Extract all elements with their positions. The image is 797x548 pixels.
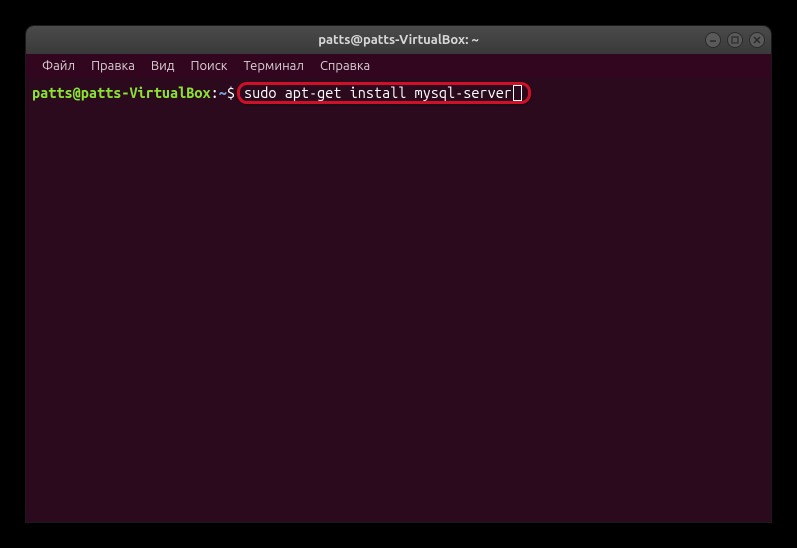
terminal-window: patts@patts-VirtualBox: ~ Файл Правка Ви…: [26, 26, 771, 522]
terminal-body[interactable]: patts@patts-VirtualBox:~$ sudo apt-get i…: [26, 78, 771, 522]
close-button[interactable]: [749, 32, 765, 48]
prompt-symbol: $: [227, 84, 235, 102]
prompt-path: ~: [219, 84, 227, 102]
command-text: sudo apt-get install mysql-server: [244, 84, 512, 102]
menu-file[interactable]: Файл: [34, 57, 83, 75]
maximize-button[interactable]: [727, 32, 743, 48]
command-highlight: sudo apt-get install mysql-server: [237, 82, 531, 104]
window-controls: [705, 32, 765, 48]
menubar: Файл Правка Вид Поиск Терминал Справка: [26, 54, 771, 78]
cursor-icon: [513, 85, 522, 101]
minimize-icon: [709, 36, 717, 44]
menu-search[interactable]: Поиск: [182, 57, 235, 75]
prompt-user-host: patts@patts-VirtualBox: [32, 84, 211, 102]
minimize-button[interactable]: [705, 32, 721, 48]
menu-edit[interactable]: Правка: [83, 57, 143, 75]
prompt-colon: :: [211, 84, 219, 102]
titlebar: patts@patts-VirtualBox: ~: [26, 26, 771, 54]
maximize-icon: [731, 36, 739, 44]
window-title: patts@patts-VirtualBox: ~: [318, 33, 479, 47]
menu-view[interactable]: Вид: [143, 57, 183, 75]
close-icon: [753, 36, 761, 44]
prompt-line: patts@patts-VirtualBox:~$ sudo apt-get i…: [32, 82, 765, 104]
menu-terminal[interactable]: Терминал: [235, 57, 311, 75]
menu-help[interactable]: Справка: [312, 57, 378, 75]
